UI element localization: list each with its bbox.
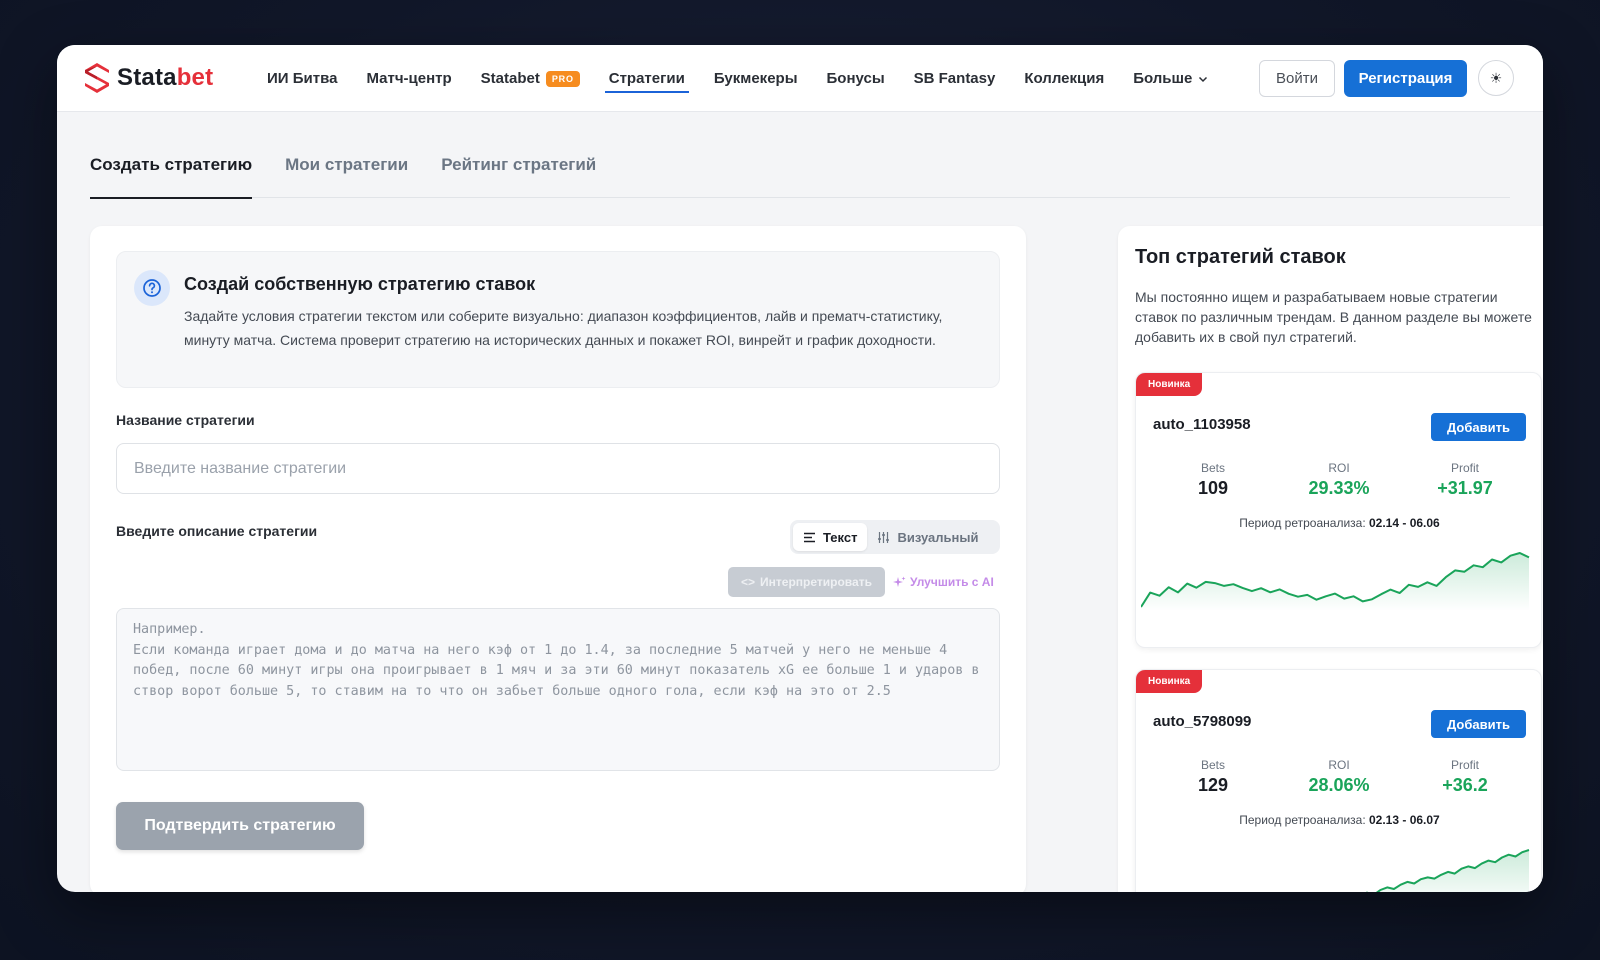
profit-sparkline — [1366, 849, 1530, 892]
strategy-card: Новинка auto_5798099 Добавить Bets 129 R… — [1135, 669, 1542, 892]
strategy-card-name: auto_5798099 — [1153, 713, 1252, 730]
sliders-icon — [878, 531, 890, 543]
info-text: Задайте условия стратегии текстом или со… — [184, 308, 943, 348]
theme-toggle-button[interactable]: ☀ — [1478, 60, 1514, 96]
nav-strategies[interactable]: Стратегии — [604, 45, 689, 112]
info-title: Создай собственную стратегию ставок — [184, 274, 536, 294]
nav-collection[interactable]: Коллекция — [1024, 45, 1104, 112]
strategy-card: Новинка auto_1103958 Добавить Bets 109 R… — [1135, 372, 1542, 648]
mode-text-button[interactable]: Текст — [793, 523, 868, 551]
tab-my-strategies[interactable]: Мои стратегии — [285, 155, 408, 198]
register-button[interactable]: Регистрация — [1344, 60, 1467, 97]
login-button[interactable]: Войти — [1259, 60, 1335, 97]
nav-sb-fantasy[interactable]: SB Fantasy — [914, 45, 996, 112]
nav-ai-battle[interactable]: ИИ Битва — [267, 45, 337, 112]
top-strategies-title: Топ стратегий ставок — [1135, 246, 1346, 268]
tab-strategy-rating[interactable]: Рейтинг стратегий — [441, 155, 596, 198]
sun-icon: ☀ — [1489, 69, 1503, 86]
top-navbar: Statabet ИИ Битва Матч-центр Statabet PRO… — [57, 45, 1543, 112]
statabet-logo-icon — [85, 63, 109, 93]
retro-period: Период ретроанализа: 02.14 - 06.06 — [1239, 516, 1440, 530]
retro-period: Период ретроанализа: 02.13 - 06.07 — [1239, 813, 1440, 827]
text-lines-icon — [804, 532, 815, 542]
stat-bets: Bets 129 — [1197, 758, 1229, 795]
strategy-description-label: Введите описание стратегии — [116, 523, 318, 539]
stat-bets: Bets 109 — [1197, 461, 1229, 498]
nav-statabet-pro[interactable]: Statabet PRO — [481, 45, 580, 112]
stat-roi: ROI 28.06% — [1308, 758, 1370, 795]
top-strategies-panel: Топ стратегий ставок Мы постоянно ищем и… — [1118, 226, 1543, 892]
question-circle-icon — [134, 270, 170, 306]
logo[interactable]: Statabet — [83, 62, 213, 94]
sparkline-area — [1377, 850, 1529, 892]
strategy-name-input[interactable] — [116, 443, 1000, 494]
strategy-description-textarea[interactable] — [116, 608, 1000, 771]
interpret-button[interactable]: <> Интерпретировать — [728, 567, 885, 597]
code-icon: <> — [741, 575, 756, 589]
nav-more[interactable]: Больше — [1133, 45, 1208, 112]
input-mode-toggle: Текст Визуальный — [790, 520, 1000, 554]
nav-bonuses[interactable]: Бонусы — [827, 45, 885, 112]
chevron-down-icon — [1199, 76, 1208, 82]
profit-sparkline — [1141, 552, 1530, 611]
mode-visual-button[interactable]: Визуальный — [867, 523, 988, 551]
stat-profit: Profit +36.2 — [1442, 758, 1488, 795]
add-strategy-button[interactable]: Добавить — [1431, 413, 1526, 441]
improve-with-ai-button[interactable]: Улучшить с AI — [893, 567, 994, 597]
sparkles-icon — [893, 576, 906, 587]
new-badge: Новинка — [1136, 373, 1203, 396]
create-strategy-panel: Создай собственную стратегию ставок Зада… — [90, 226, 1026, 892]
main-nav: ИИ Битва Матч-центр Statabet PRO Стратеги… — [267, 45, 1237, 112]
info-box: Создай собственную стратегию ставок Зада… — [116, 251, 1000, 388]
sparkline-area — [1141, 553, 1529, 611]
pro-badge: PRO — [545, 70, 580, 87]
stat-profit: Profit +31.97 — [1437, 461, 1493, 498]
nav-bookmakers[interactable]: Букмекеры — [714, 45, 798, 112]
new-badge: Новинка — [1136, 670, 1203, 693]
add-strategy-button[interactable]: Добавить — [1431, 710, 1526, 738]
strategy-tabs: Создать стратегию Мои стратегии Рейтинг … — [90, 155, 1510, 199]
confirm-strategy-button[interactable]: Подтвердить стратегию — [116, 802, 364, 850]
stat-roi: ROI 29.33% — [1308, 461, 1370, 498]
nav-match-center[interactable]: Матч-центр — [366, 45, 451, 112]
tab-create-strategy[interactable]: Создать стратегию — [90, 155, 253, 199]
top-strategies-description: Мы постоянно ищем и разрабатываем новые … — [1135, 289, 1532, 345]
logo-text: Statabet — [117, 64, 214, 91]
app-window: Statabet ИИ Битва Матч-центр Statabet PRO… — [57, 45, 1543, 892]
strategy-name-label: Название стратегии — [116, 412, 255, 428]
strategy-card-name: auto_1103958 — [1153, 416, 1251, 433]
